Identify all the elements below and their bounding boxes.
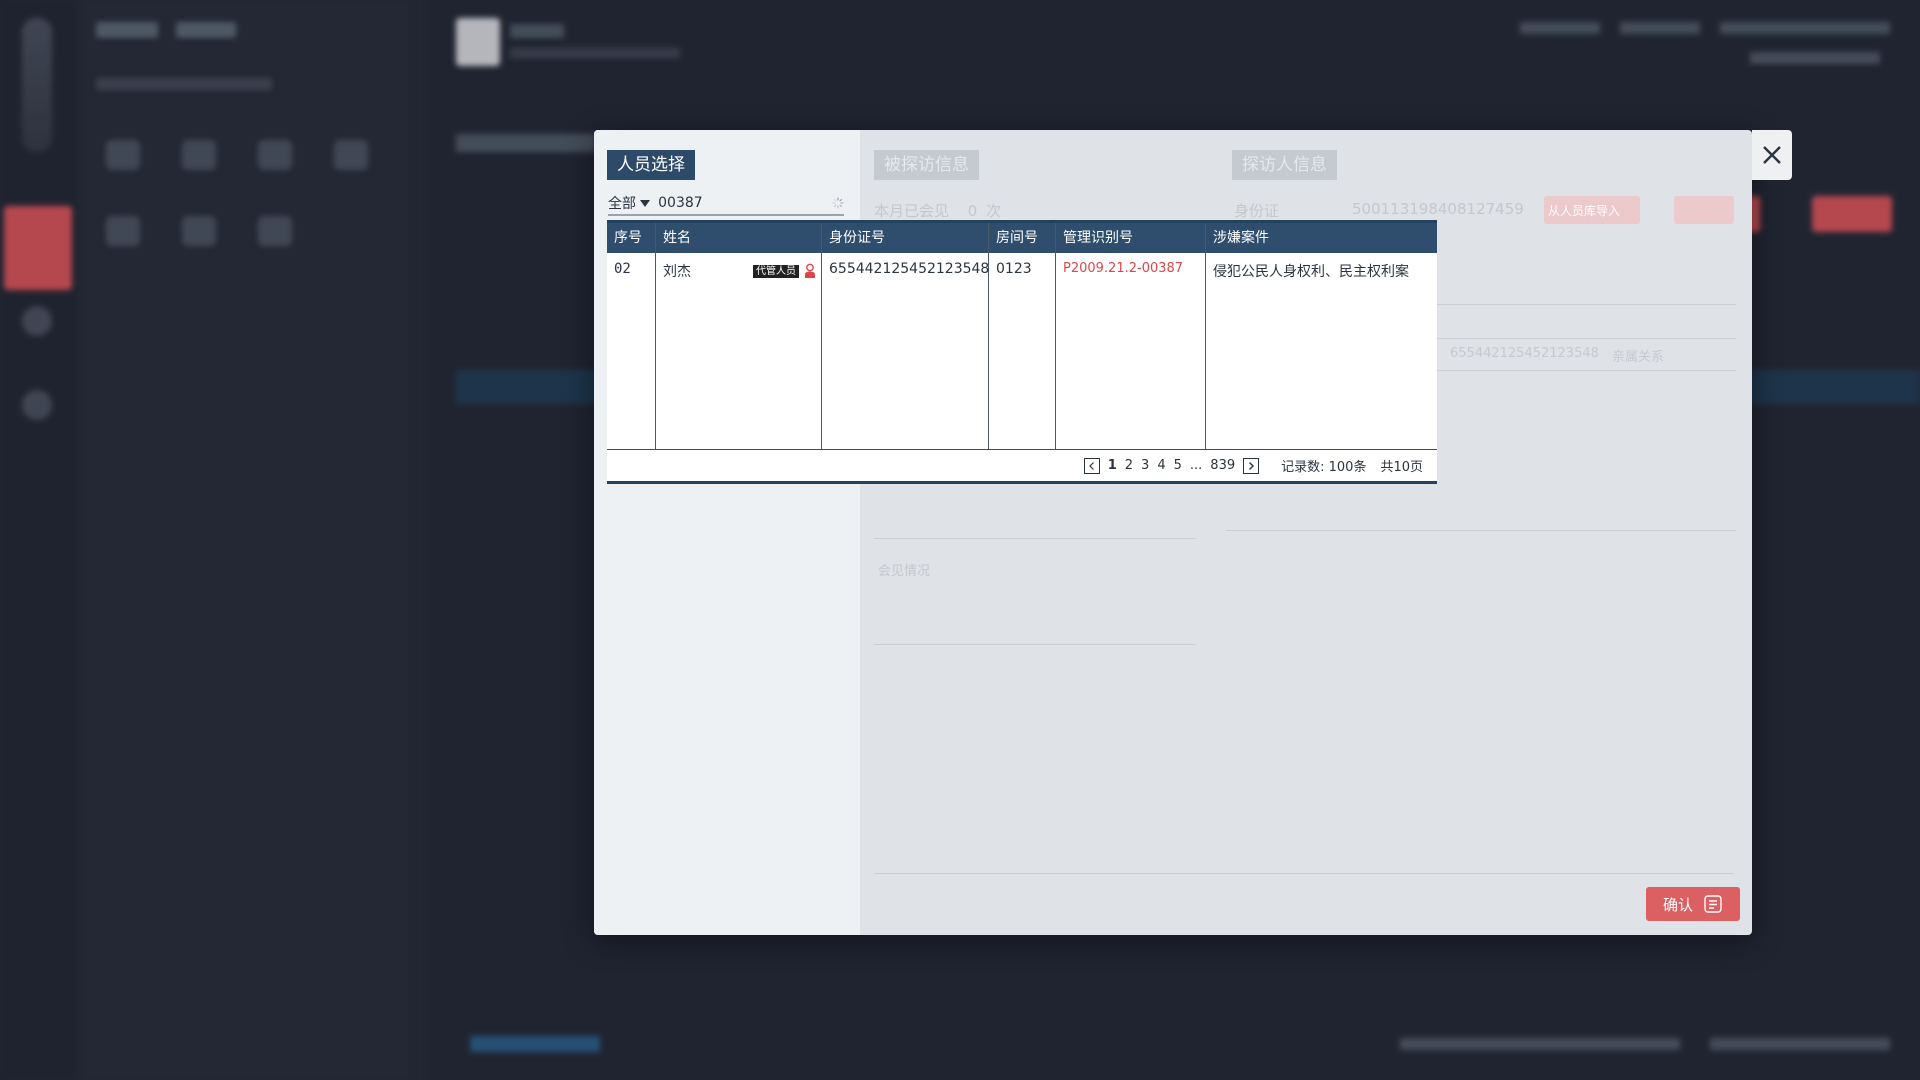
header-name[interactable]: 姓名 — [663, 223, 691, 253]
tab-visitor-info[interactable]: 探访人信息 — [1232, 150, 1337, 180]
page-2[interactable]: 2 — [1125, 458, 1133, 473]
header-index[interactable]: 序号 — [614, 223, 642, 253]
confirm-button[interactable]: 确认 — [1646, 887, 1740, 921]
total-pages: 共10页 — [1380, 460, 1423, 475]
cell-index: 02 — [614, 261, 631, 277]
person-select-modal: 被探访信息 探访人信息 本月已会见 0 次 身份证 50011319840812… — [594, 130, 1792, 935]
visited-month-text: 本月已会见 0 次 — [874, 202, 1002, 220]
search-input[interactable] — [658, 195, 833, 211]
prev-page-button[interactable] — [1083, 457, 1100, 474]
chevron-down-icon — [640, 199, 651, 207]
import-button[interactable]: 从人员库导入 — [1544, 196, 1640, 224]
close-button[interactable] — [1752, 130, 1792, 180]
page-1[interactable]: 1 — [1108, 458, 1117, 473]
record-count: 记录数: 100条 — [1281, 460, 1367, 475]
page-ellipsis: ... — [1189, 458, 1203, 473]
scope-select[interactable]: 全部 — [608, 193, 658, 213]
page-4[interactable]: 4 — [1157, 458, 1165, 473]
loading-spinner-icon — [832, 197, 844, 209]
chevron-right-icon — [1249, 461, 1255, 470]
tab-visited-info[interactable]: 被探访信息 — [874, 150, 979, 180]
cell-room: 0123 — [996, 261, 1032, 277]
person-icon — [805, 263, 815, 278]
search-filter: 全部 — [608, 192, 844, 216]
header-case[interactable]: 涉嫌案件 — [1213, 223, 1269, 253]
page-3[interactable]: 3 — [1141, 458, 1149, 473]
person-result-table: 序号 姓名 身份证号 房间号 管理识别号 涉嫌案件 02 刘杰 代管人员 655… — [607, 220, 1437, 484]
cell-name: 刘杰 — [663, 264, 691, 280]
next-page-button[interactable] — [1243, 457, 1260, 474]
cell-manage-id: P2009.21.2-00387 — [1063, 261, 1184, 276]
modal-title: 人员选择 — [607, 150, 695, 180]
faded-idno-cell: 655442125452123548 — [1450, 346, 1599, 361]
page-last[interactable]: 839 — [1210, 458, 1235, 473]
header-room[interactable]: 房间号 — [996, 223, 1038, 253]
cell-case: 侵犯公民人身权利、民主权利案 — [1213, 264, 1409, 280]
table-grid: 序号 姓名 身份证号 房间号 管理识别号 涉嫌案件 02 刘杰 代管人员 655… — [607, 223, 1437, 449]
visitor-idno[interactable]: 500113198408127459 — [1352, 200, 1524, 218]
close-icon — [1763, 146, 1781, 164]
page-5[interactable]: 5 — [1174, 458, 1182, 473]
visitor-idtype[interactable]: 身份证 — [1234, 200, 1279, 221]
meeting-label: 会见情况 — [878, 564, 931, 579]
header-id-no[interactable]: 身份证号 — [829, 223, 885, 253]
faded-relation-cell: 亲属关系 — [1612, 350, 1665, 365]
cell-id-no: 655442125452123548 — [829, 261, 990, 277]
pagination: 1 2 3 4 5 ... 839 记录数: 100条 共10页 — [607, 449, 1437, 481]
chevron-left-icon — [1088, 461, 1094, 470]
note-icon — [1704, 895, 1722, 913]
faded-action-button[interactable] — [1674, 196, 1734, 224]
header-manage-id[interactable]: 管理识别号 — [1063, 223, 1133, 253]
status-badge: 代管人员 — [753, 265, 799, 278]
